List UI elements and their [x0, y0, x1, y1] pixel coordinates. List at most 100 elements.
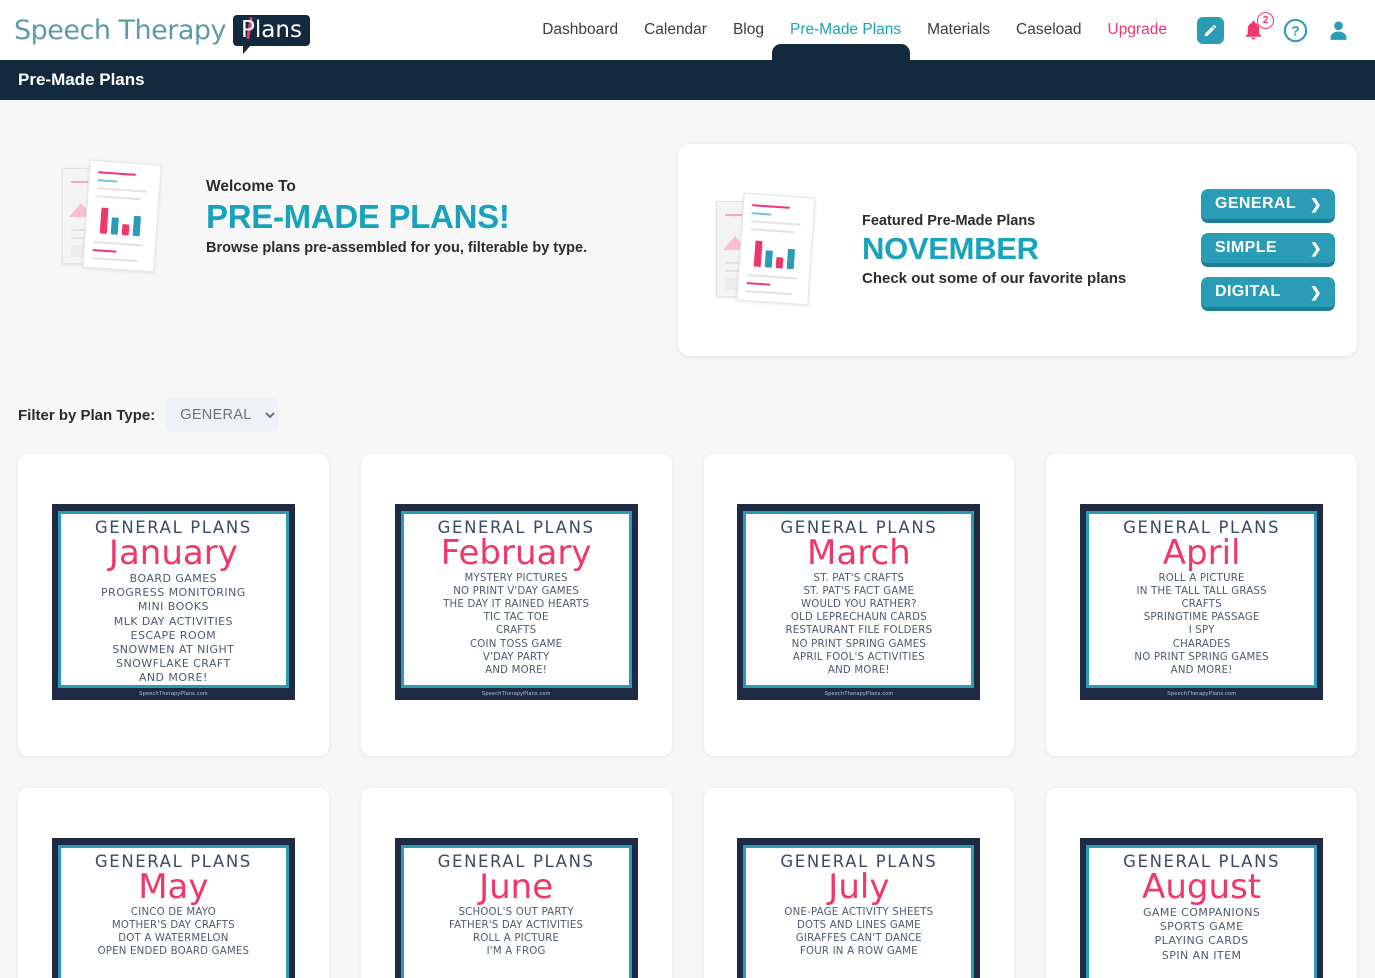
plan-item: AND MORE! — [1170, 664, 1233, 676]
plan-item-list: CINCO DE MAYO MOTHER'S DAY CRAFTS DOT A WA… — [98, 906, 250, 958]
plan-month-title: March — [807, 533, 911, 573]
nav-item-calendar[interactable]: Calendar — [644, 21, 707, 39]
notifications-button[interactable]: 2 — [1242, 12, 1274, 42]
plan-item: NO PRINT SPRING GAMES — [1134, 651, 1269, 663]
help-button[interactable]: ? — [1283, 18, 1308, 43]
logo-speech-bubble: Plans — [233, 14, 310, 54]
logo-text-plans: Plans — [241, 16, 302, 43]
plan-item: AND MORE! — [138, 670, 208, 684]
plan-item: SPIN AN ITEM — [1161, 948, 1242, 962]
plan-item: BOARD GAMES — [129, 572, 218, 586]
plan-item: RESTAURANT FILE FOLDERS — [785, 625, 933, 637]
plan-card-february[interactable]: GENERAL PLANS February MYSTERY PICTURES NO … — [360, 454, 672, 756]
plan-item: ONE-PAGE ACTIVITY SHEETS — [784, 907, 934, 919]
general-plans-button[interactable]: GENERAL ❯ — [1201, 189, 1335, 223]
plan-card-june[interactable]: GENERAL PLANS June SCHOOL'S OUT PARTY FATHE… — [360, 788, 672, 978]
simple-plans-button-label: SIMPLE — [1215, 239, 1277, 256]
nav-item-upgrade[interactable]: Upgrade — [1108, 21, 1167, 39]
nav-item-materials[interactable]: Materials — [927, 21, 990, 39]
welcome-block: Welcome To PRE-MADE PLANS! Browse plans … — [18, 144, 678, 273]
plan-type-select[interactable]: GENERALSIMPLEDIGITAL — [166, 398, 279, 432]
plan-item: DOT A WATERMELON — [118, 933, 229, 945]
featured-plans-panel: Featured Pre-Made Plans NOVEMBER Check o… — [678, 144, 1357, 356]
plan-item: ST. PAT'S CRAFTS — [813, 573, 905, 585]
plan-item-list: ONE-PAGE ACTIVITY SHEETS DOTS AND LINES G… — [784, 906, 933, 958]
plan-card-grid: GENERAL PLANS January BOARD GAMES PROGRESS … — [18, 454, 1357, 978]
plan-item: FATHER'S DAY ACTIVITIES — [449, 920, 584, 932]
account-button[interactable] — [1326, 18, 1351, 43]
page-title: Pre-Made Plans — [18, 70, 145, 89]
plan-thumbnail-inner: GENERAL PLANS March ST. PAT'S CRAFTS ST. PA… — [743, 511, 975, 688]
page-subheader: Pre-Made Plans — [0, 60, 1375, 100]
nav-item-caseload[interactable]: Caseload — [1016, 21, 1082, 39]
plan-item: TIC TAC TOE — [483, 612, 549, 624]
nav-item-blog[interactable]: Blog — [733, 21, 764, 39]
plan-item: SPORTS GAME — [1159, 920, 1244, 934]
plan-card-april[interactable]: GENERAL PLANS April ROLL A PICTURE IN THE T… — [1046, 454, 1357, 756]
plan-month-title: April — [1162, 533, 1241, 573]
plan-item: COIN TOSS GAME — [469, 638, 563, 650]
plan-item: NO PRINT V'DAY GAMES — [453, 586, 580, 598]
plan-thumbnail-inner: GENERAL PLANS May CINCO DE MAYO MOTHER'S DA… — [57, 845, 289, 978]
thumbnail-credit: SpeechTherapyPlans.com — [1167, 691, 1237, 697]
notification-count-badge: 2 — [1257, 12, 1274, 29]
digital-plans-button[interactable]: DIGITAL ❯ — [1201, 277, 1335, 311]
plan-item-list: ST. PAT'S CRAFTS ST. PAT'S FACT GAME WOULD… — [785, 572, 932, 676]
plan-item: I'M A FROG — [486, 946, 546, 958]
plan-item: THE DAY IT RAINED HEARTS — [443, 599, 590, 611]
hero-row: Welcome To PRE-MADE PLANS! Browse plans … — [18, 144, 1357, 356]
plan-item: AND MORE! — [485, 664, 548, 676]
plan-thumbnail: GENERAL PLANS August GAME COMPANIONS SPORTS… — [1080, 838, 1324, 978]
thumbnail-credit: SpeechTherapyPlans.com — [824, 691, 894, 697]
simple-plans-button[interactable]: SIMPLE ❯ — [1201, 233, 1335, 267]
plan-item: WOULD YOU RATHER? — [801, 599, 917, 611]
edit-button[interactable] — [1197, 16, 1224, 44]
plan-thumbnail-inner: GENERAL PLANS June SCHOOL'S OUT PARTY FATHE… — [400, 845, 632, 978]
plan-item: GIRAFFES CAN'T DANCE — [795, 933, 922, 945]
documents-illustration-icon — [62, 159, 180, 273]
plan-card-january[interactable]: GENERAL PLANS January BOARD GAMES PROGRESS … — [18, 454, 329, 756]
digital-plans-button-label: DIGITAL — [1215, 283, 1281, 300]
plan-thumbnail-inner: GENERAL PLANS July ONE-PAGE ACTIVITY SHEET… — [743, 845, 975, 978]
plan-item: SCHOOL'S OUT PARTY — [458, 907, 574, 919]
plan-item: PLAYING CARDS — [1154, 934, 1249, 948]
plan-card-may[interactable]: GENERAL PLANS May CINCO DE MAYO MOTHER'S DA… — [18, 788, 329, 978]
thumbnail-credit: SpeechTherapyPlans.com — [481, 691, 551, 697]
plan-item: ST. PAT'S FACT GAME — [803, 586, 915, 598]
featured-month-title: NOVEMBER — [862, 230, 1039, 266]
plan-month-title: May — [138, 867, 209, 907]
plan-item-list: SCHOOL'S OUT PARTY FATHER'S DAY ACTIVITIE… — [449, 906, 583, 958]
plan-item-list: ROLL A PICTURE IN THE TALL TALL GRASS CRAF… — [1134, 572, 1268, 676]
filter-label: Filter by Plan Type: — [18, 406, 156, 424]
top-navigation-bar: Speech Therapy Plans Dashboard Calendar … — [0, 0, 1375, 72]
plan-month-title: July — [828, 867, 890, 907]
plan-item: PROGRESS MONITORING — [101, 586, 246, 600]
question-mark-icon: ? — [1283, 18, 1308, 42]
user-avatar-icon — [1330, 20, 1347, 40]
plan-item: CHARADES — [1172, 638, 1231, 650]
plan-card-july[interactable]: GENERAL PLANS July ONE-PAGE ACTIVITY SHEET… — [703, 788, 1015, 978]
nav-item-pre-made-plans[interactable]: Pre-Made Plans — [790, 21, 901, 39]
main-content: Welcome To PRE-MADE PLANS! Browse plans … — [0, 144, 1375, 978]
nav-item-dashboard[interactable]: Dashboard — [542, 21, 618, 39]
plan-thumbnail-inner: GENERAL PLANS January BOARD GAMES PROGRESS … — [57, 511, 289, 688]
featured-documents-illustration-icon — [716, 192, 834, 306]
plan-thumbnail: GENERAL PLANS April ROLL A PICTURE IN THE T… — [1080, 504, 1324, 700]
plan-item: DOTS AND LINES GAME — [796, 920, 921, 932]
plan-item: SPRINGTIME PASSAGE — [1143, 612, 1260, 624]
plan-card-august[interactable]: GENERAL PLANS August GAME COMPANIONS SPORTS… — [1046, 788, 1357, 978]
plan-item: SNOWMEN AT NIGHT — [112, 642, 235, 656]
welcome-title: PRE-MADE PLANS! — [206, 198, 510, 236]
plan-card-march[interactable]: GENERAL PLANS March ST. PAT'S CRAFTS ST. PA… — [703, 454, 1015, 756]
chevron-right-icon: ❯ — [1309, 195, 1322, 212]
plan-month-title: February — [440, 533, 592, 573]
plan-item: V'DAY PARTY — [482, 651, 550, 663]
plan-thumbnail: GENERAL PLANS June SCHOOL'S OUT PARTY FATHE… — [394, 838, 638, 978]
nav-links: Dashboard Calendar Blog Pre-Made Plans M… — [542, 21, 1167, 39]
site-logo[interactable]: Speech Therapy Plans — [14, 8, 310, 54]
logo-text-speech-therapy: Speech Therapy — [14, 14, 227, 46]
general-plans-button-label: GENERAL — [1215, 195, 1297, 212]
plan-item: SNOWFLAKE CRAFT — [116, 656, 231, 670]
featured-text: Featured Pre-Made Plans NOVEMBER Check o… — [862, 213, 1201, 288]
plan-item: ROLL A PICTURE — [473, 933, 560, 945]
